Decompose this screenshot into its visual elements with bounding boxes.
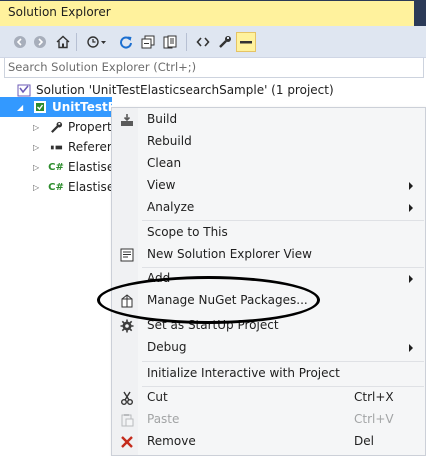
csharp-file-icon: C# <box>48 161 64 173</box>
tool-window-tab[interactable]: Solution Explorer <box>0 1 420 26</box>
menu-item-clean[interactable]: Clean <box>112 153 425 175</box>
submenu-arrow-icon <box>409 204 413 212</box>
preview-pin-icon[interactable] <box>236 32 256 52</box>
project-node[interactable]: ◢ UnitTestEl <box>17 97 120 117</box>
tree-item-label: Elastise <box>68 180 115 194</box>
collapsed-arrow-icon[interactable]: ▷ <box>33 183 43 192</box>
search-box <box>4 58 424 78</box>
tree-item-properties[interactable]: ▷ Propert <box>33 117 112 137</box>
gear-icon <box>119 318 135 334</box>
menu-item-rebuild[interactable]: Rebuild <box>112 131 425 153</box>
tree-item-references[interactable]: ▷ Referer <box>33 137 112 157</box>
history-icon[interactable] <box>84 32 110 52</box>
submenu-arrow-icon <box>409 275 413 283</box>
menu-item-debug[interactable]: Debug <box>112 337 425 359</box>
show-all-files-icon[interactable] <box>160 32 180 52</box>
references-icon <box>49 140 63 154</box>
toolbar-separator <box>186 33 187 51</box>
paste-icon <box>119 412 135 428</box>
menu-item-scope-to-this[interactable]: Scope to This <box>112 222 425 244</box>
new-view-icon <box>119 247 135 263</box>
menu-item-initialize-interactive[interactable]: Initialize Interactive with Project <box>112 363 425 385</box>
menu-item-analyze[interactable]: Analyze <box>112 197 425 219</box>
tree-item-label: Referer <box>68 140 112 154</box>
menu-item-cut[interactable]: Cut Ctrl+X <box>112 387 425 409</box>
collapsed-arrow-icon[interactable]: ▷ <box>33 143 43 152</box>
collapse-all-icon[interactable] <box>138 32 158 52</box>
title-bar: Solution Explorer <box>0 0 426 26</box>
test-project-icon <box>33 100 47 114</box>
toolbar-separator <box>76 33 77 51</box>
forward-icon[interactable] <box>30 32 50 52</box>
cut-icon <box>119 390 135 406</box>
search-input[interactable] <box>8 58 418 76</box>
back-icon[interactable] <box>10 32 30 52</box>
solution-label: Solution 'UnitTestElasticsearchSample' (… <box>36 83 334 97</box>
visual-studio-solution-icon <box>17 83 31 97</box>
collapsed-arrow-icon[interactable]: ▷ <box>33 163 43 172</box>
tree-item-label: Propert <box>68 120 112 134</box>
remove-icon <box>119 434 135 450</box>
tree-item-csharp-file[interactable]: ▷ C# Elastise <box>33 177 114 197</box>
menu-item-view[interactable]: View <box>112 175 425 197</box>
tree-item-csharp-file[interactable]: ▷ C# Elastise <box>33 157 114 177</box>
submenu-arrow-icon <box>409 182 413 190</box>
properties-wrench-icon[interactable] <box>215 32 235 52</box>
menu-separator <box>142 220 424 221</box>
submenu-arrow-icon <box>409 344 413 352</box>
collapsed-arrow-icon[interactable]: ▷ <box>33 123 43 132</box>
refresh-icon[interactable] <box>116 32 136 52</box>
toolbar <box>0 26 426 58</box>
project-label: UnitTestEl <box>52 100 121 114</box>
menu-item-remove[interactable]: Remove Del <box>112 431 425 453</box>
menu-item-new-solution-explorer-view[interactable]: New Solution Explorer View <box>112 244 425 266</box>
wrench-icon <box>49 120 63 134</box>
csharp-file-icon: C# <box>48 181 64 193</box>
menu-separator <box>142 361 424 362</box>
menu-item-paste[interactable]: Paste Ctrl+V <box>112 409 425 431</box>
menu-item-build[interactable]: Build <box>112 109 425 131</box>
window-title: Solution Explorer <box>8 5 111 19</box>
expanded-arrow-icon[interactable]: ◢ <box>17 103 27 112</box>
build-icon <box>119 112 135 128</box>
home-icon[interactable] <box>53 32 73 52</box>
code-view-icon[interactable] <box>193 32 213 52</box>
tree-item-label: Elastise <box>68 160 115 174</box>
highlight-ellipse-annotation <box>97 276 320 324</box>
